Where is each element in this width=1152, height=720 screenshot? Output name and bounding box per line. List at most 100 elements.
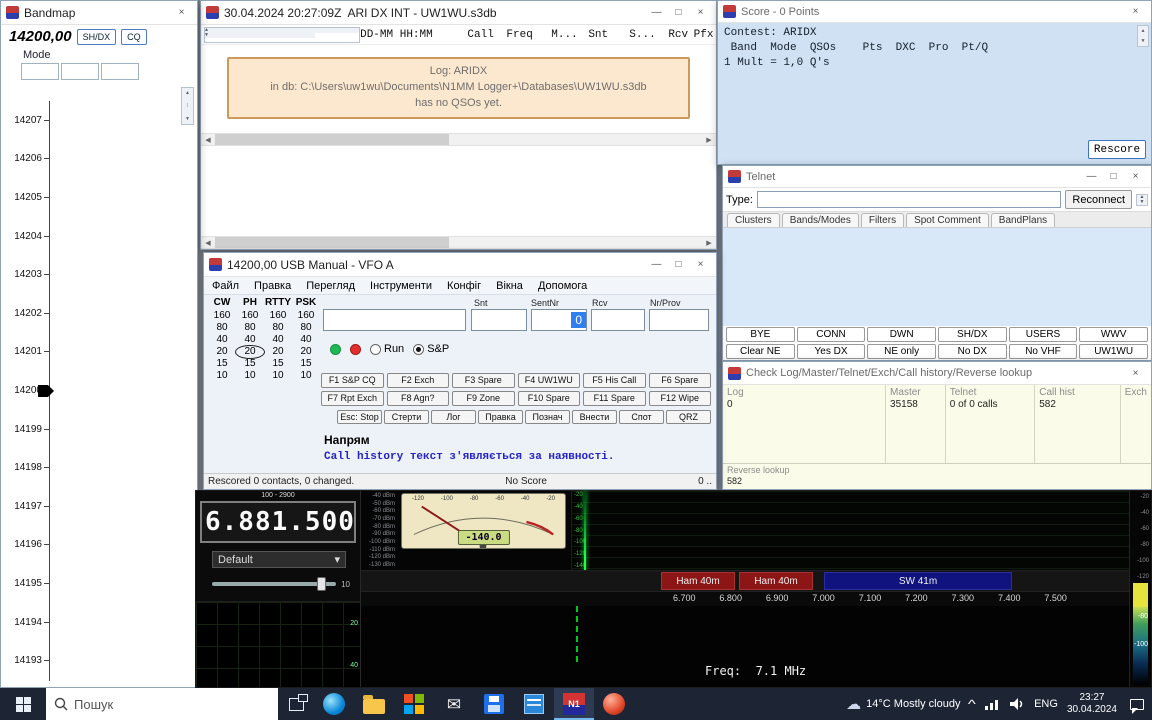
score-title-bar[interactable]: Score - 0 Points × <box>718 1 1151 23</box>
bandmap-title-bar[interactable]: Bandmap × <box>1 1 197 25</box>
task-view-button[interactable] <box>278 688 314 720</box>
band-cell[interactable]: 10 <box>292 370 320 382</box>
nrprov-input[interactable] <box>649 309 709 331</box>
close-button[interactable]: × <box>690 256 711 273</box>
clock[interactable]: 23:27 30.04.2024 <box>1067 692 1117 717</box>
function-key-button[interactable]: F10 Spare <box>518 391 581 406</box>
start-button[interactable] <box>0 688 46 720</box>
store-app-button[interactable] <box>394 688 434 720</box>
band-cell[interactable]: 160 <box>264 310 292 322</box>
log-column-header[interactable]: Freq <box>506 29 551 41</box>
shdx-button[interactable]: SH/DX <box>77 29 117 45</box>
cq-button[interactable]: CQ <box>121 29 147 45</box>
sentnr-input[interactable]: 0 <box>531 309 587 331</box>
bandmap-combo-2[interactable] <box>61 63 99 80</box>
band-cell[interactable]: 20 <box>208 346 236 358</box>
band-cell[interactable]: 20 <box>236 346 264 358</box>
function-key-button[interactable]: F12 Wipe <box>649 391 712 406</box>
menu-item[interactable]: Допомога <box>538 280 587 292</box>
entry-action-button[interactable]: Спот <box>619 410 664 424</box>
file-explorer-button[interactable] <box>354 688 394 720</box>
telnet-command-button[interactable]: BYE <box>726 327 795 342</box>
band-cell[interactable]: 15 <box>292 358 320 370</box>
scroll-right-icon[interactable]: ▶ <box>702 134 716 145</box>
menu-item[interactable]: Конфіг <box>447 280 481 292</box>
entry-action-button[interactable]: Стерти <box>384 410 429 424</box>
tray-expand-icon[interactable]: ^ <box>968 697 976 711</box>
tab[interactable]: BandPlans <box>991 213 1055 227</box>
band-cell[interactable]: 160 <box>292 310 320 322</box>
close-button[interactable]: × <box>1125 3 1146 20</box>
maximize-button[interactable]: □ <box>668 4 689 21</box>
telnet-command-button[interactable]: No VHF <box>1009 344 1078 359</box>
function-key-button[interactable]: F4 UW1WU <box>518 373 581 388</box>
tab[interactable]: Bands/Modes <box>782 213 859 227</box>
rcv-input[interactable] <box>591 309 645 331</box>
function-key-button[interactable]: F8 Agn? <box>387 391 450 406</box>
close-button[interactable]: × <box>1125 365 1146 382</box>
taskbar-search[interactable] <box>46 688 278 720</box>
close-button[interactable]: × <box>1125 168 1146 185</box>
menu-item[interactable]: Файл <box>212 280 239 292</box>
function-key-button[interactable]: F7 Rpt Exch <box>321 391 384 406</box>
minimize-button[interactable]: — <box>1081 168 1102 185</box>
telnet-command-button[interactable]: SH/DX <box>938 327 1007 342</box>
band-cell[interactable]: 80 <box>264 322 292 334</box>
spectrum-plot[interactable]: -20-40-60-80-100-120-140 <box>571 491 1129 570</box>
menu-item[interactable]: Перегляд <box>306 280 355 292</box>
entry-action-button[interactable]: Познач <box>525 410 570 424</box>
band-cell[interactable]: 10 <box>208 370 236 382</box>
log-column-header[interactable]: Call <box>467 29 506 41</box>
sdr-frequency-display[interactable]: 6.881.500 <box>200 501 356 543</box>
run-radio[interactable]: Run <box>370 343 404 355</box>
band-cell[interactable]: 80 <box>236 322 264 334</box>
menu-item[interactable]: Вікна <box>496 280 523 292</box>
band-block[interactable]: SW 41m <box>824 572 1012 590</box>
tab[interactable]: Spot Comment <box>906 213 989 227</box>
band-cell[interactable]: 160 <box>236 310 264 322</box>
function-key-button[interactable]: F1 S&P CQ <box>321 373 384 388</box>
telnet-spinner[interactable]: ▲▼ <box>1136 194 1148 206</box>
log-column-header[interactable]: DD-MM HH:MM <box>360 29 467 41</box>
log-font-spinner[interactable]: ▲▼ <box>204 27 360 43</box>
horizontal-scrollbar[interactable]: ◀ ▶ <box>201 133 716 146</box>
scroll-right-icon[interactable]: ▶ <box>702 237 716 248</box>
tab[interactable]: Filters <box>861 213 904 227</box>
telnet-command-input[interactable] <box>757 191 1062 208</box>
spectrum-display[interactable]: -40 dBm-50 dBm-60 dBm-70 dBm-80 dBm-90 d… <box>361 491 1129 570</box>
band-cell[interactable]: 80 <box>292 322 320 334</box>
language-indicator[interactable]: ENG <box>1034 698 1058 710</box>
entry-action-button[interactable]: Правка <box>478 410 523 424</box>
band-cell[interactable]: 20 <box>292 346 320 358</box>
bandmap-combo-1[interactable] <box>21 63 59 80</box>
band-cell[interactable]: 15 <box>208 358 236 370</box>
band-cell[interactable]: 40 <box>236 334 264 346</box>
telnet-command-button[interactable]: DWN <box>867 327 936 342</box>
telnet-command-button[interactable]: USERS <box>1009 327 1078 342</box>
telnet-command-button[interactable]: WWV <box>1079 327 1148 342</box>
band-cell[interactable]: 15 <box>264 358 292 370</box>
tab[interactable]: Clusters <box>727 213 780 227</box>
sp-radio[interactable]: S&P <box>413 343 449 355</box>
log-column-header[interactable]: Pfx <box>694 29 713 41</box>
band-cell[interactable]: 160 <box>208 310 236 322</box>
entry-title-bar[interactable]: 14200,00 USB Manual - VFO A — □ × <box>204 253 716 277</box>
maximize-button[interactable]: □ <box>1103 168 1124 185</box>
log-title-bar[interactable]: 30.04.2024 20:27:09Z ARI DX INT - UW1WU.… <box>201 1 716 25</box>
reconnect-button[interactable]: Reconnect <box>1065 190 1132 209</box>
telnet-command-button[interactable]: UW1WU <box>1079 344 1148 359</box>
log-column-header[interactable]: S... <box>629 29 668 41</box>
function-key-button[interactable]: F9 Zone <box>452 391 515 406</box>
band-cell[interactable]: 10 <box>264 370 292 382</box>
weather-widget[interactable]: ☁ 14°C Mostly cloudy <box>846 695 960 713</box>
band-cell[interactable]: 10 <box>236 370 264 382</box>
band-block[interactable]: Ham 40m <box>739 572 813 590</box>
entry-action-button[interactable]: Внести <box>572 410 617 424</box>
scroll-left-icon[interactable]: ◀ <box>201 237 215 248</box>
n1mm-app-button[interactable]: N1 <box>554 688 594 720</box>
sdr-volume-slider[interactable]: 10 <box>212 577 350 591</box>
bandmap-scale[interactable]: 1420714206142051420414203142021420114200… <box>1 101 197 681</box>
callsign-input[interactable] <box>323 309 466 331</box>
maximize-button[interactable]: □ <box>668 256 689 273</box>
blue-app-button[interactable] <box>514 688 554 720</box>
